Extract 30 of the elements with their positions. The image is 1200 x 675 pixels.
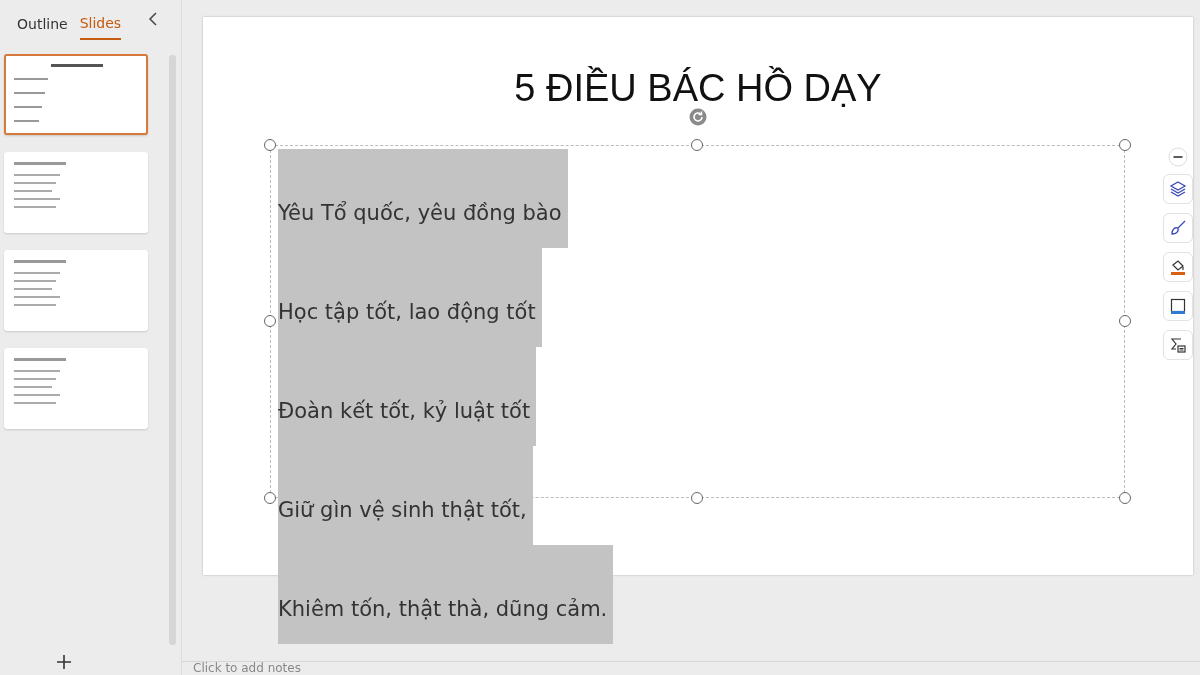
- resize-handle[interactable]: [264, 492, 276, 504]
- slide-thumbnail[interactable]: [4, 54, 148, 135]
- resize-handle[interactable]: [691, 492, 703, 504]
- rotate-handle-icon[interactable]: [689, 108, 707, 126]
- bullet-text: Đoàn kết tốt, kỷ luật tốt: [278, 347, 537, 446]
- add-slide-icon[interactable]: [56, 654, 72, 670]
- layers-icon[interactable]: [1163, 174, 1193, 204]
- slide-title: 5 ĐIỀU BÁC HỒ DẠY: [514, 65, 882, 111]
- slide-thumbnail[interactable]: [4, 250, 148, 331]
- resize-handle[interactable]: [691, 139, 703, 151]
- panel-tab[interactable]: Outline: [17, 8, 68, 40]
- resize-handle[interactable]: [264, 139, 276, 151]
- bullet-text: Khiêm tốn, thật thà, dũng cảm.: [278, 545, 614, 644]
- slide-thumbnail[interactable]: [4, 152, 148, 233]
- collapse-icon[interactable]: [148, 11, 158, 27]
- fill-color-icon[interactable]: [1163, 252, 1193, 282]
- panel-tab[interactable]: Slides: [79, 8, 122, 40]
- collapse-toolbar-icon[interactable]: [1168, 147, 1188, 167]
- resize-handle[interactable]: [1119, 139, 1131, 151]
- resize-handle[interactable]: [264, 315, 276, 327]
- summary-icon[interactable]: [1163, 330, 1193, 360]
- frame-icon[interactable]: [1163, 291, 1193, 321]
- bullet-text: Yêu Tổ quốc, yêu đồng bào: [278, 149, 568, 248]
- bullet-text: Học tập tốt, lao động tốt: [278, 248, 542, 347]
- slide-thumbnail[interactable]: [4, 348, 148, 429]
- notes-placeholder[interactable]: Click to add notes: [182, 661, 1200, 675]
- brush-icon[interactable]: [1163, 213, 1193, 243]
- bullet-text: Giữ gìn vệ sinh thật tốt,: [278, 446, 533, 545]
- resize-handle[interactable]: [1119, 492, 1131, 504]
- resize-handle[interactable]: [1119, 315, 1131, 327]
